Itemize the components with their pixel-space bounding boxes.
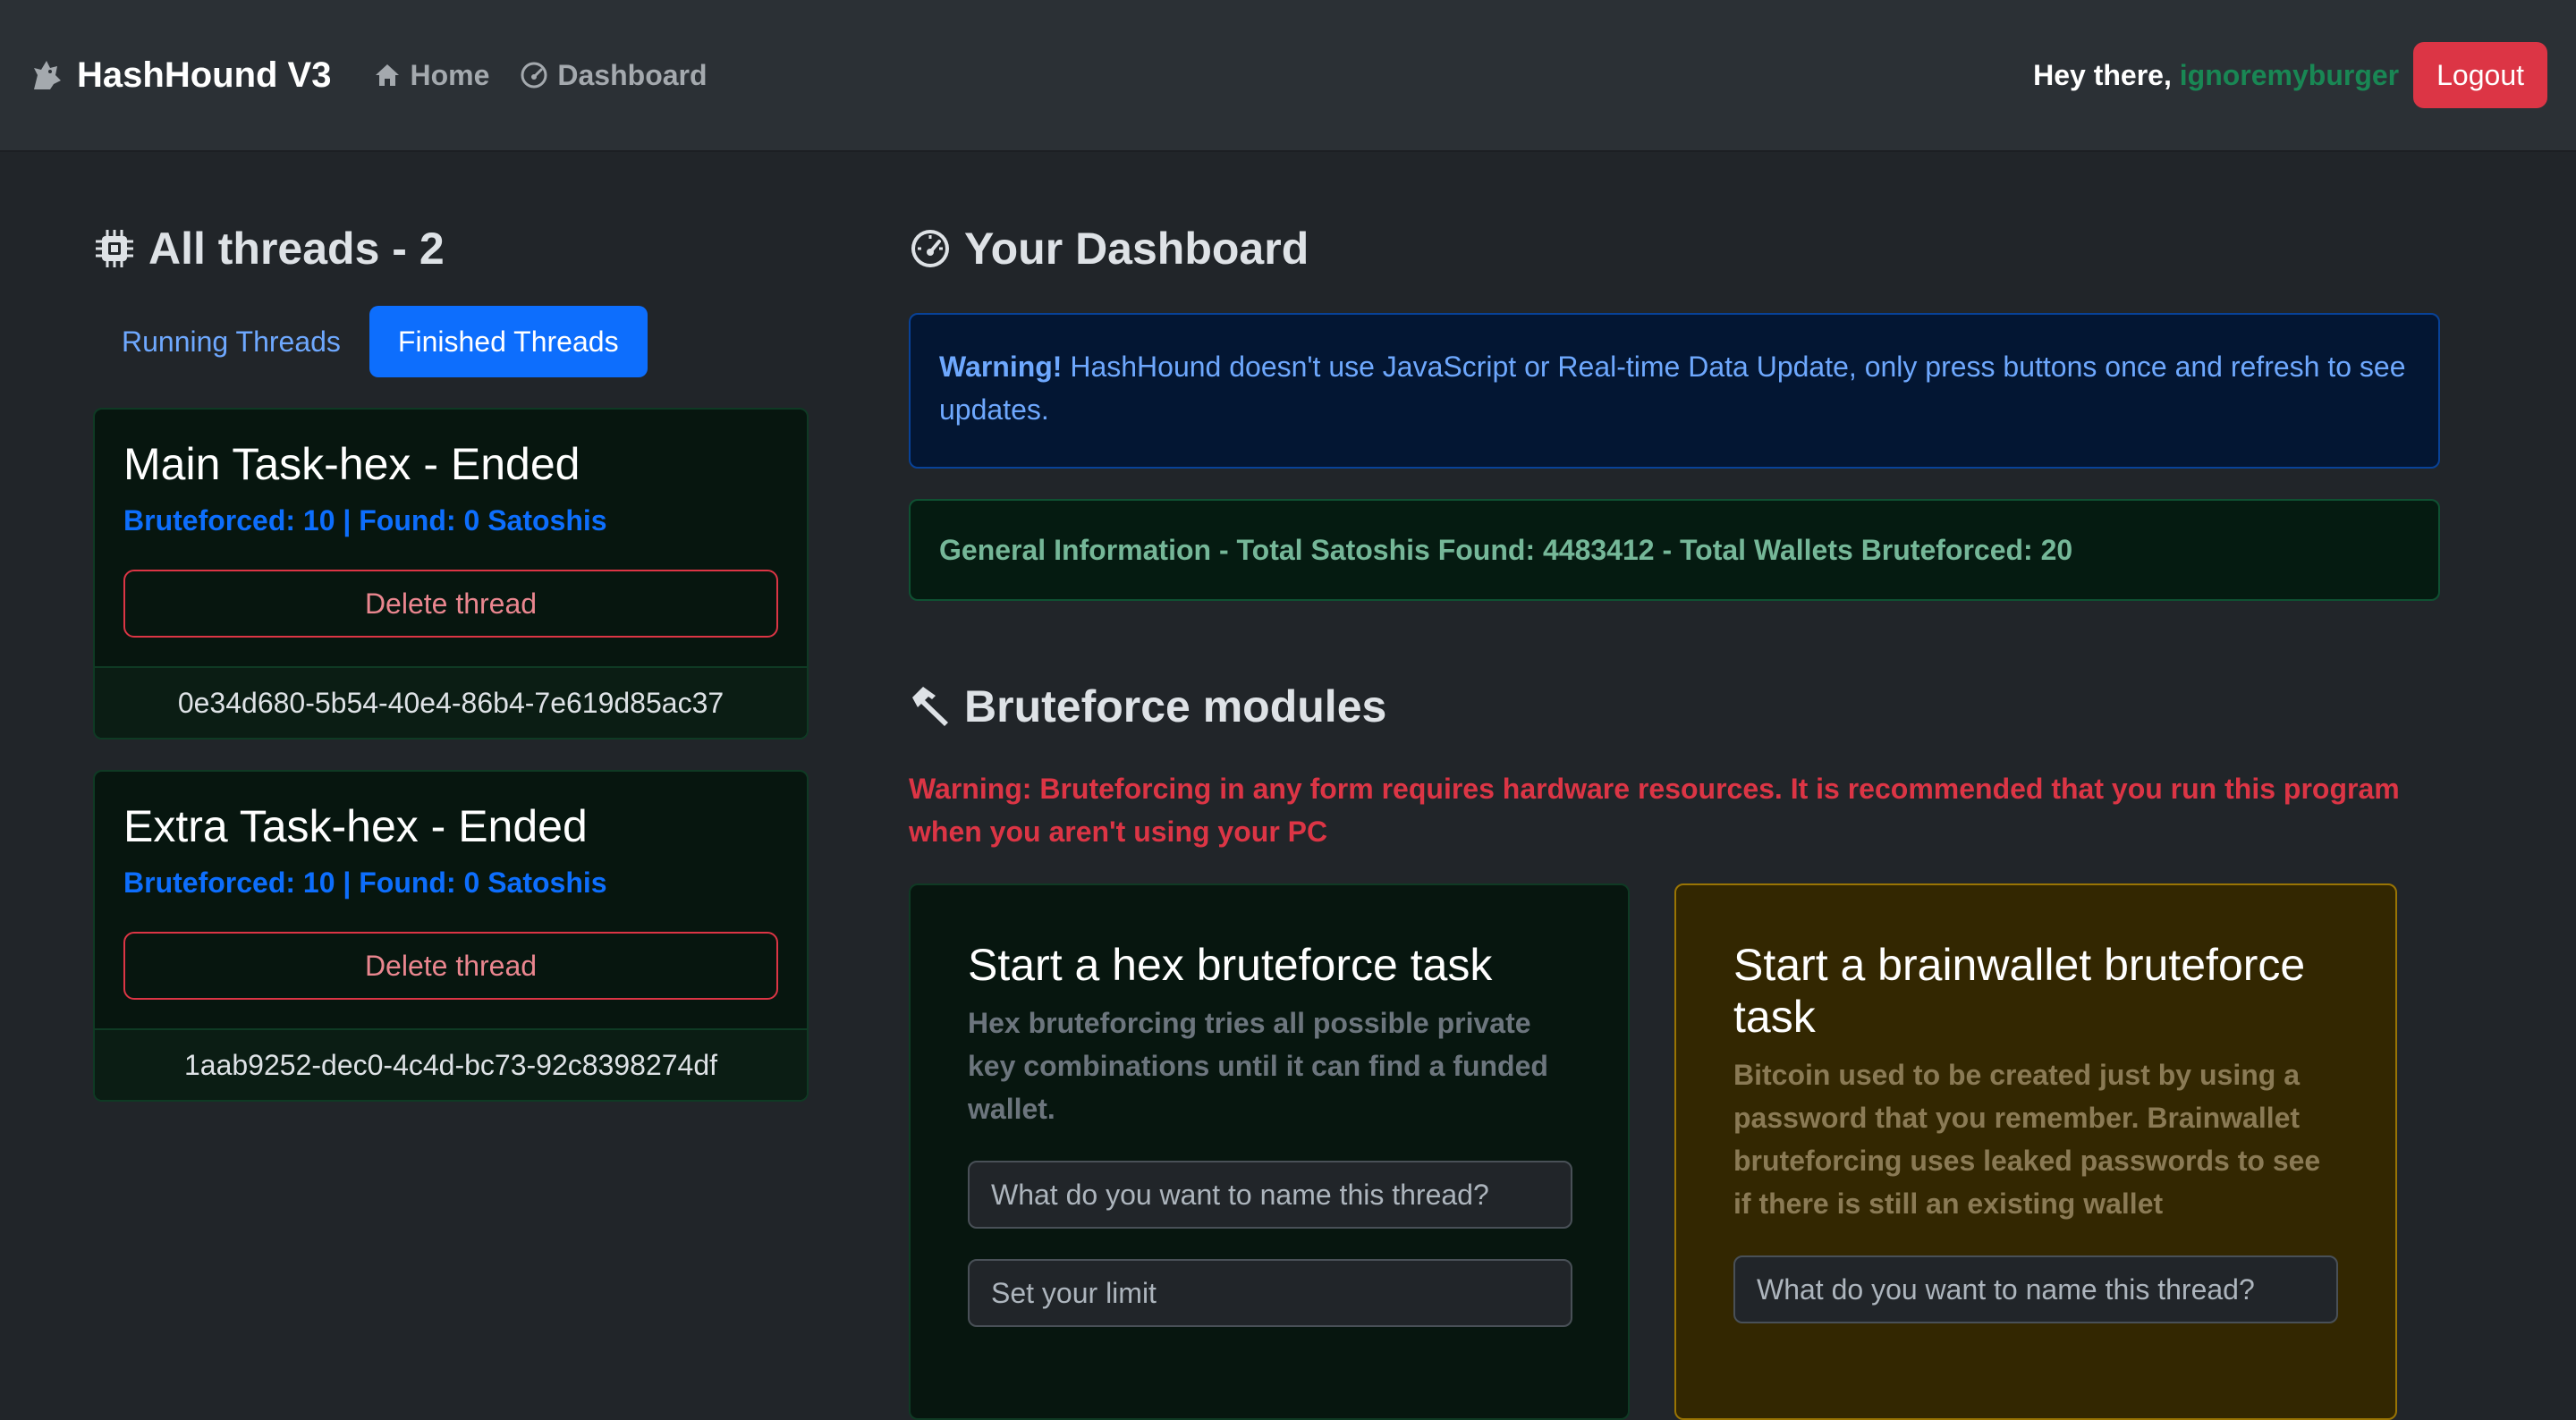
- navbar: HashHound V3 Home Dashboard Hey there, i…: [0, 0, 2576, 152]
- thread-stats: Bruteforced: 10 | Found: 0 Satoshis: [123, 866, 607, 899]
- nav-home-label: Home: [410, 58, 490, 91]
- hex-thread-name-input[interactable]: [968, 1161, 1572, 1229]
- thread-card: Extra Task-hex - Ended Bruteforced: 10 |…: [93, 770, 809, 1102]
- brand[interactable]: HashHound V3: [29, 55, 331, 96]
- delete-thread-button[interactable]: Delete thread: [123, 932, 778, 1000]
- nav-dashboard[interactable]: Dashboard: [520, 58, 708, 92]
- tab-finished-threads[interactable]: Finished Threads: [369, 306, 648, 377]
- thread-id: 1aab9252-dec0-4c4d-bc73-92c8398274df: [95, 1028, 807, 1100]
- hammer-icon: [909, 685, 952, 728]
- username: ignoremyburger: [2179, 58, 2400, 91]
- speedometer-icon: [520, 61, 548, 89]
- hardware-warning: Warning: Bruteforcing in any form requir…: [909, 773, 2400, 848]
- hex-limit-input[interactable]: [968, 1259, 1572, 1327]
- nav-home[interactable]: Home: [374, 59, 489, 92]
- hex-module-description: Hex bruteforcing tries all possible priv…: [968, 1007, 1548, 1125]
- speedometer-icon: [909, 227, 952, 270]
- dashboard-title: Your Dashboard: [964, 224, 1309, 274]
- brainwallet-module-description: Bitcoin used to be created just by using…: [1733, 1059, 2321, 1220]
- thread-title: Extra Task-hex - Ended: [123, 801, 588, 851]
- hound-logo-icon: [29, 57, 64, 93]
- threads-heading: All threads - 2: [93, 215, 809, 283]
- modules-row: Start a hex bruteforce task Hex brutefor…: [909, 883, 2440, 1420]
- tab-running-threads[interactable]: Running Threads: [93, 306, 369, 377]
- nav-user-area: Hey there, ignoremyburger Logout: [2033, 42, 2547, 108]
- home-icon: [374, 62, 401, 89]
- warning-message: HashHound doesn't use JavaScript or Real…: [939, 351, 2406, 426]
- thread-tabs: Running Threads Finished Threads: [93, 306, 809, 377]
- thread-title: Main Task-hex - Ended: [123, 439, 580, 489]
- brainwallet-module-card: Start a brainwallet bruteforce task Bitc…: [1674, 883, 2397, 1420]
- modules-title: Bruteforce modules: [964, 681, 1387, 731]
- hex-module-card: Start a hex bruteforce task Hex brutefor…: [909, 883, 1630, 1420]
- js-warning-alert: Warning! HashHound doesn't use JavaScrip…: [909, 313, 2440, 469]
- thread-stats: Bruteforced: 10 | Found: 0 Satoshis: [123, 504, 607, 537]
- greeting-text: Hey there,: [2033, 58, 2172, 91]
- logout-button[interactable]: Logout: [2413, 42, 2547, 108]
- general-info-alert: General Information - Total Satoshis Fou…: [909, 499, 2440, 601]
- cpu-icon: [93, 227, 136, 270]
- dashboard-panel: Your Dashboard Warning! HashHound doesn'…: [909, 215, 2440, 1420]
- threads-title: All threads - 2: [148, 224, 445, 274]
- thread-id: 0e34d680-5b54-40e4-86b4-7e619d85ac37: [95, 666, 807, 738]
- warning-label: Warning!: [939, 351, 1063, 383]
- dashboard-heading: Your Dashboard: [909, 215, 2440, 283]
- brainwallet-thread-name-input[interactable]: [1733, 1255, 2338, 1323]
- modules-heading: Bruteforce modules: [909, 672, 2440, 740]
- greeting: Hey there, ignoremyburger: [2033, 59, 2399, 92]
- hex-module-title: Start a hex bruteforce task: [968, 940, 1493, 990]
- thread-card: Main Task-hex - Ended Bruteforced: 10 | …: [93, 408, 809, 740]
- brainwallet-module-title: Start a brainwallet bruteforce task: [1733, 940, 2306, 1042]
- nav-dashboard-label: Dashboard: [557, 58, 708, 91]
- threads-panel: All threads - 2 Running Threads Finished…: [93, 215, 809, 1132]
- delete-thread-button[interactable]: Delete thread: [123, 570, 778, 638]
- brand-title: HashHound V3: [77, 55, 332, 95]
